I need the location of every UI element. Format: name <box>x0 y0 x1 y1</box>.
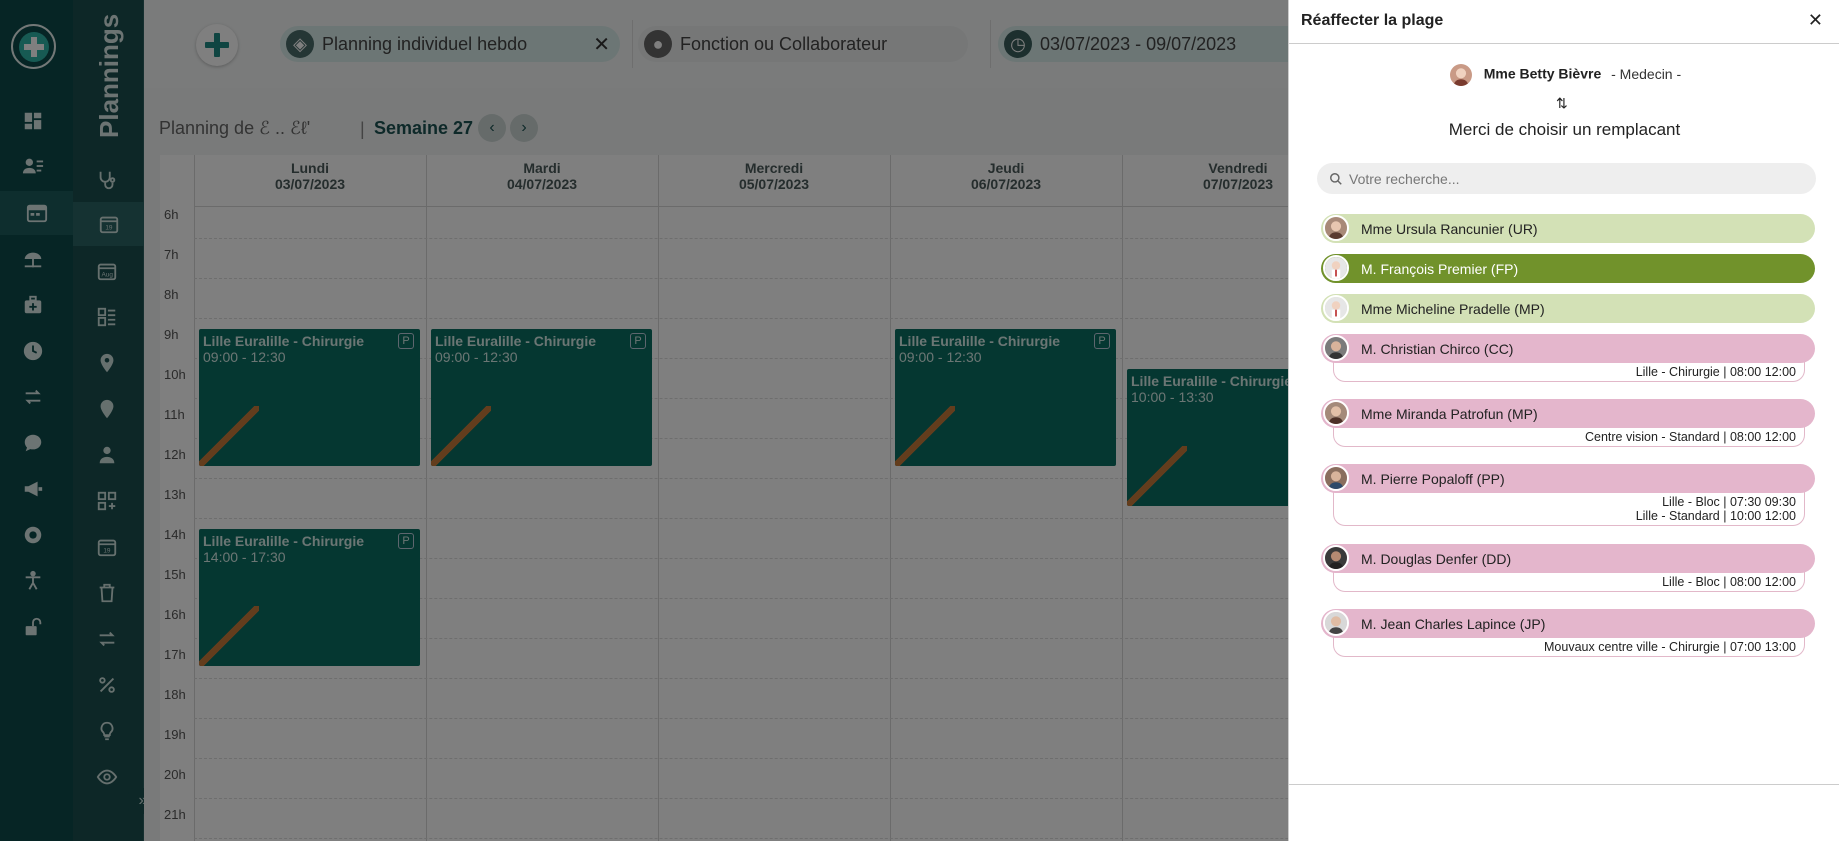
candidate-name: M. Jean Charles Lapince (JP) <box>1361 615 1546 632</box>
avatar <box>1447 62 1474 88</box>
candidate-conflict: Lille - Chirurgie | 08:00 12:00 <box>1333 361 1805 382</box>
candidate-name: Mme Micheline Pradelle (MP) <box>1361 300 1545 317</box>
candidate-name: M. Christian Chirco (CC) <box>1361 340 1514 357</box>
choose-replacement-prompt: Merci de choisir un remplacant <box>1448 120 1681 139</box>
candidate-conflict: Lille - Bloc | 08:00 12:00 <box>1333 571 1805 592</box>
candidate-name: M. Douglas Denfer (DD) <box>1361 550 1512 567</box>
candidate-name: M. François Premier (FP) <box>1361 260 1519 277</box>
close-icon[interactable]: ✕ <box>1808 10 1823 31</box>
search-input[interactable] <box>1349 170 1789 187</box>
candidate-item[interactable]: Mme Micheline Pradelle (MP) <box>1321 294 1815 323</box>
candidate-name: Mme Miranda Patrofun (MP) <box>1361 405 1538 422</box>
modal-overlay[interactable] <box>0 0 1288 841</box>
divider <box>1289 43 1839 44</box>
candidate-conflict: Centre vision - Standard | 08:00 12:00 <box>1333 426 1805 447</box>
original-person-name: Mme Betty Bièvre <box>1483 65 1602 82</box>
candidate-name: Mme Ursula Rancunier (UR) <box>1361 220 1538 237</box>
candidate-item[interactable]: M. Douglas Denfer (DD) Lille - Bloc | 08… <box>1321 544 1815 592</box>
candidate-conflict: Lille - Bloc | 07:30 09:30 Lille - Standa… <box>1333 491 1805 526</box>
candidate-item[interactable]: Mme Ursula Rancunier (UR) <box>1321 214 1815 243</box>
candidate-item[interactable]: M. Jean Charles Lapince (JP) Mouvaux cen… <box>1321 609 1815 657</box>
candidate-item[interactable]: M. François Premier (FP) <box>1321 254 1815 283</box>
original-person-role: - Medecin - <box>1611 65 1682 82</box>
reassign-panel: Réaffecter la plage ✕ Mme Betty Bièvre -… <box>1288 0 1839 841</box>
swap-icon: ⇅ <box>1556 95 1568 111</box>
search-field[interactable] <box>1317 163 1816 194</box>
candidate-item[interactable]: M. Pierre Popaloff (PP) Lille - Bloc | 0… <box>1321 464 1815 526</box>
divider <box>1289 784 1839 785</box>
candidate-name: M. Pierre Popaloff (PP) <box>1361 470 1505 487</box>
panel-title: Réaffecter la plage <box>1301 12 1444 29</box>
candidate-item[interactable]: M. Christian Chirco (CC) Lille - Chirurg… <box>1321 334 1815 382</box>
candidate-conflict: Mouvaux centre ville - Chirurgie | 07:00… <box>1333 636 1805 657</box>
search-icon <box>1330 172 1342 185</box>
candidate-item[interactable]: Mme Miranda Patrofun (MP) Centre vision … <box>1321 399 1815 447</box>
original-assignee: Mme Betty Bièvre - Medecin - <box>1289 62 1839 88</box>
